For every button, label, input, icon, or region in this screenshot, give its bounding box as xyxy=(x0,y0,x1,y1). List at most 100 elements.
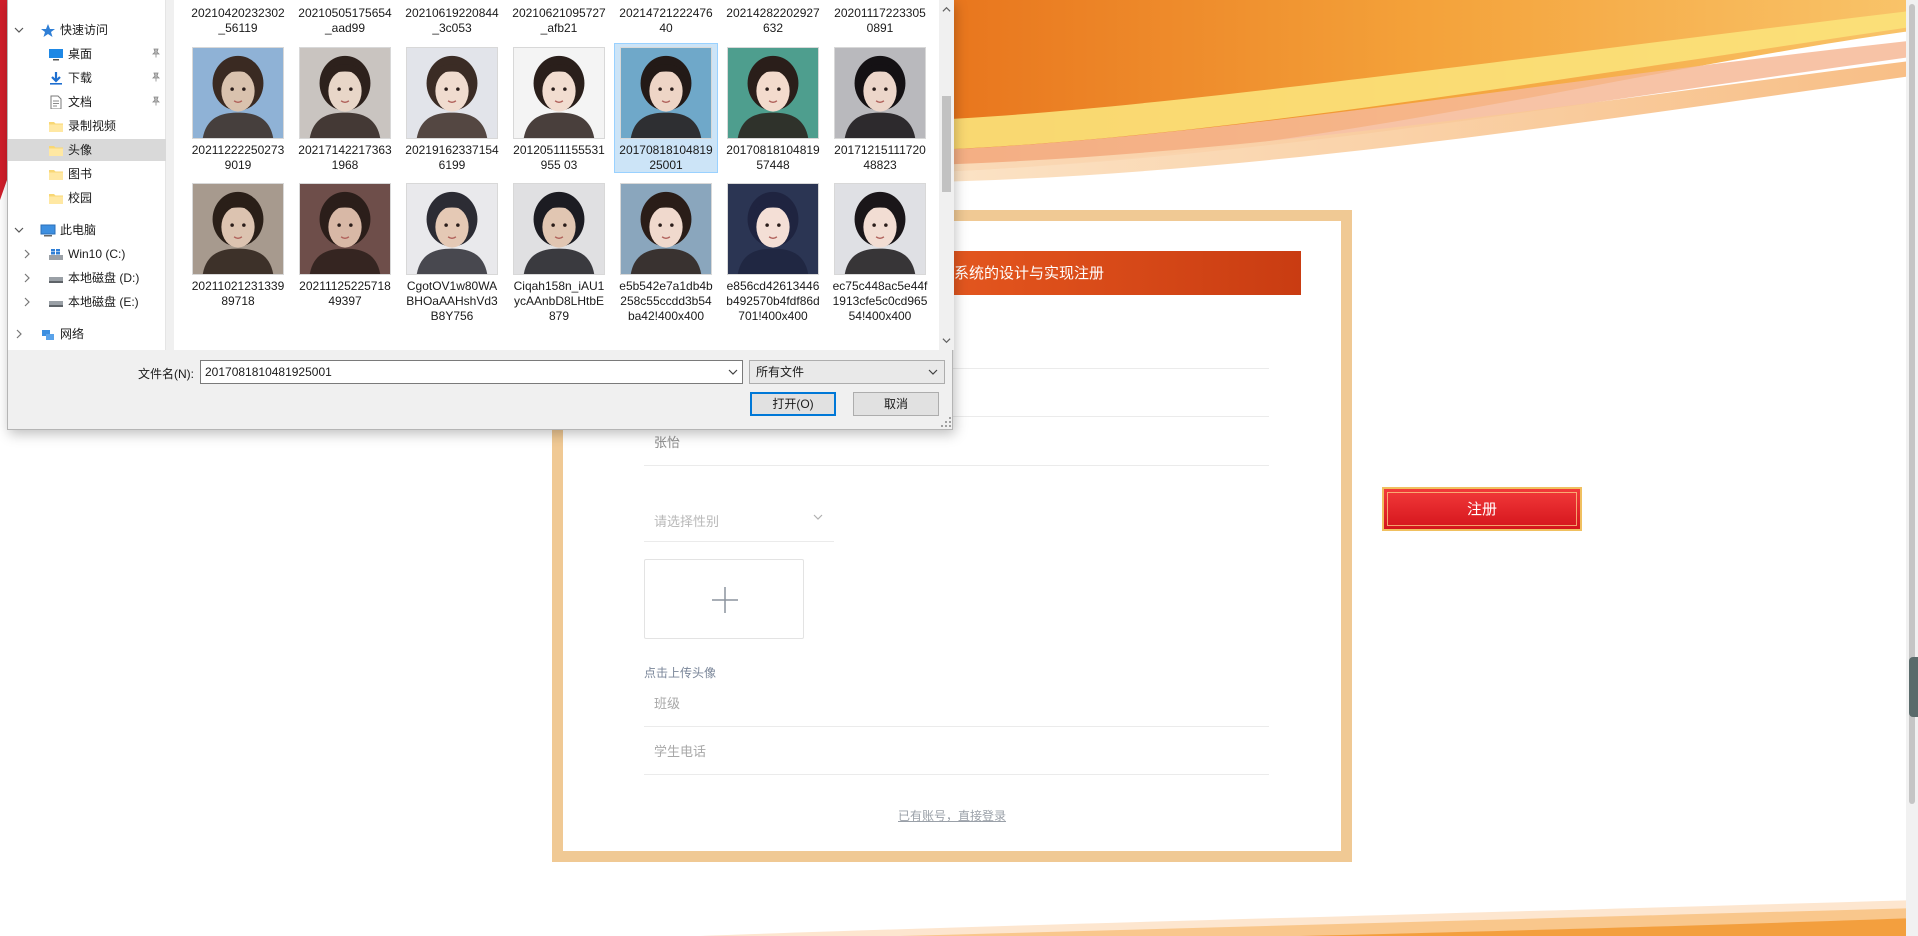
photo-thumbnail xyxy=(728,48,818,138)
scroll-down-arrow-icon[interactable] xyxy=(942,336,951,345)
file-list-scrollbar-thumb[interactable] xyxy=(942,96,951,192)
nav-item-9[interactable]: Win10 (C:) xyxy=(8,243,166,265)
nav-item-8[interactable]: 此电脑 xyxy=(8,219,166,241)
file-item[interactable]: CgotOV1w80WABHOaAAHshVd3B8Y756 xyxy=(400,179,504,324)
nav-item-label: Win10 (C:) xyxy=(68,247,126,261)
download-arrow-icon xyxy=(50,72,62,85)
file-name: e856cd42613446b492570b4fdf86d701!400x400 xyxy=(726,279,820,323)
class-field[interactable]: 班级 xyxy=(644,679,1269,727)
star-icon xyxy=(41,24,55,37)
file-item[interactable]: Ciqah158n_iAU1ycAAnbD8LHtbE879 xyxy=(507,179,611,324)
file-item[interactable]: 202112222502739019 xyxy=(186,43,290,173)
nav-item-5[interactable]: 头像 xyxy=(8,139,166,161)
filetype-select[interactable]: 所有文件 xyxy=(749,360,945,384)
file-thumbnail xyxy=(299,47,391,139)
chevron-down-icon xyxy=(813,514,823,520)
nav-item-3[interactable]: 文档 xyxy=(8,91,166,113)
file-name-partial[interactable]: 20214282202927632 xyxy=(721,6,825,36)
file-name-partial[interactable]: 20210621095727_afb21 xyxy=(507,6,611,36)
desktop-icon xyxy=(49,49,63,61)
plus-icon xyxy=(712,587,738,613)
file-thumbnail xyxy=(406,47,498,139)
filename-input[interactable]: 2017081810481925001 xyxy=(200,360,743,384)
nav-item-1[interactable]: 桌面 xyxy=(8,43,166,65)
chevron-down-icon xyxy=(928,369,938,375)
folder-icon xyxy=(49,170,63,180)
nav-item-0[interactable]: 快速访问 xyxy=(8,19,166,41)
photo-thumbnail xyxy=(514,48,604,138)
phone-placeholder: 学生电话 xyxy=(654,745,707,760)
page-scrollbar[interactable] xyxy=(1906,0,1918,936)
chevron-right-icon[interactable] xyxy=(14,329,24,339)
file-item[interactable]: 2017081810481925001 xyxy=(614,43,718,173)
file-item[interactable]: 202191623371546199 xyxy=(400,43,504,173)
cancel-button[interactable]: 取消 xyxy=(853,392,939,416)
folder-icon xyxy=(49,194,63,204)
photo-thumbnail xyxy=(193,48,283,138)
computer-icon xyxy=(40,224,56,237)
register-button[interactable]: 注册 xyxy=(1382,487,1582,531)
file-item[interactable]: 2017121511172048823 xyxy=(828,43,932,173)
file-item[interactable]: e856cd42613446b492570b4fdf86d701!400x400 xyxy=(721,179,825,324)
avatar-upload-box[interactable] xyxy=(644,559,804,639)
file-name-partial[interactable]: 2021472122247640 xyxy=(614,6,718,36)
navigation-pane: 快速访问 桌面下载文档 录制视频 头像图书校园此电脑 Win10 (C:) 本地磁盘 (D… xyxy=(8,0,166,350)
photo-thumbnail xyxy=(407,48,497,138)
file-name-partial[interactable]: 20210420232302_56119 xyxy=(186,6,290,36)
file-item[interactable]: 2021112522571849397 xyxy=(293,179,397,309)
nav-item-7[interactable]: 校园 xyxy=(8,187,166,209)
filename-history-chevron-icon[interactable] xyxy=(724,361,742,383)
file-name-partial[interactable]: 20210505175654_aad99 xyxy=(293,6,397,36)
resize-grip-icon[interactable] xyxy=(940,416,952,428)
class-placeholder: 班级 xyxy=(654,697,681,712)
file-name-partial[interactable]: 2020111722330508​91 xyxy=(828,6,932,36)
chevron-right-icon[interactable] xyxy=(22,273,32,283)
photo-thumbnail xyxy=(300,48,390,138)
file-item[interactable]: 2021102123133989718 xyxy=(186,179,290,309)
photo-thumbnail xyxy=(407,184,497,274)
folder-icon xyxy=(49,146,63,156)
login-link[interactable]: 已有账号，直接登录 xyxy=(898,807,1006,824)
photo-thumbnail xyxy=(728,184,818,274)
photo-thumbnail xyxy=(514,184,604,274)
nav-item-label: 网络 xyxy=(60,327,85,341)
chevron-down-icon[interactable] xyxy=(14,25,24,35)
nav-item-label: 此电脑 xyxy=(60,223,97,237)
nav-item-6[interactable]: 图书 xyxy=(8,163,166,185)
photo-thumbnail xyxy=(835,184,925,274)
photo-thumbnail xyxy=(193,184,283,274)
file-name: e5b542e7a1db4b258c55ccdd3b54ba42!400x400 xyxy=(619,279,713,323)
phone-field[interactable]: 学生电话 xyxy=(644,727,1269,775)
file-item[interactable]: 20120511155531955 03 xyxy=(507,43,611,173)
file-name: Ciqah158n_iAU1ycAAnbD8LHtbE879 xyxy=(513,279,605,323)
file-thumbnail xyxy=(192,183,284,275)
nav-item-2[interactable]: 下载 xyxy=(8,67,166,89)
chevron-right-icon[interactable] xyxy=(22,249,32,259)
file-thumbnail xyxy=(299,183,391,275)
nav-item-10[interactable]: 本地磁盘 (D:) xyxy=(8,267,166,289)
file-name: 2021112522571849397 xyxy=(299,279,391,308)
scroll-up-arrow-icon[interactable] xyxy=(942,5,951,14)
nav-item-label: 下载 xyxy=(68,71,93,85)
file-item[interactable]: ec75c448ac5e44f1913cfe5c0cd96554!400x400 xyxy=(828,179,932,324)
nav-item-4[interactable]: 录制视频 xyxy=(8,115,166,137)
file-name-partial[interactable]: 20210619220844_3c053 xyxy=(400,6,504,36)
file-item[interactable]: 202171422173631968 xyxy=(293,43,397,173)
file-item[interactable]: 2017081810481957448 xyxy=(721,43,825,173)
filetype-value: 所有文件 xyxy=(756,365,805,379)
chevron-right-icon[interactable] xyxy=(22,297,32,307)
nav-item-11[interactable]: 本地磁盘 (E:) xyxy=(8,291,166,313)
file-name: 20120511155531955 03 xyxy=(513,143,605,172)
file-item[interactable]: e5b542e7a1db4b258c55ccdd3b54ba42!400x400 xyxy=(614,179,718,324)
file-thumbnail xyxy=(834,47,926,139)
gender-select[interactable]: 请选择性别 xyxy=(644,498,834,542)
side-tab[interactable] xyxy=(1909,657,1918,717)
file-list-scrollbar[interactable] xyxy=(939,0,954,350)
open-button[interactable]: 打开(O) xyxy=(750,392,836,416)
nav-item-label: 图书 xyxy=(68,167,93,181)
file-thumbnail xyxy=(727,183,819,275)
chevron-down-icon[interactable] xyxy=(14,225,24,235)
photo-thumbnail xyxy=(621,48,711,138)
document-icon xyxy=(50,95,62,109)
nav-item-12[interactable]: 网络 xyxy=(8,323,166,345)
